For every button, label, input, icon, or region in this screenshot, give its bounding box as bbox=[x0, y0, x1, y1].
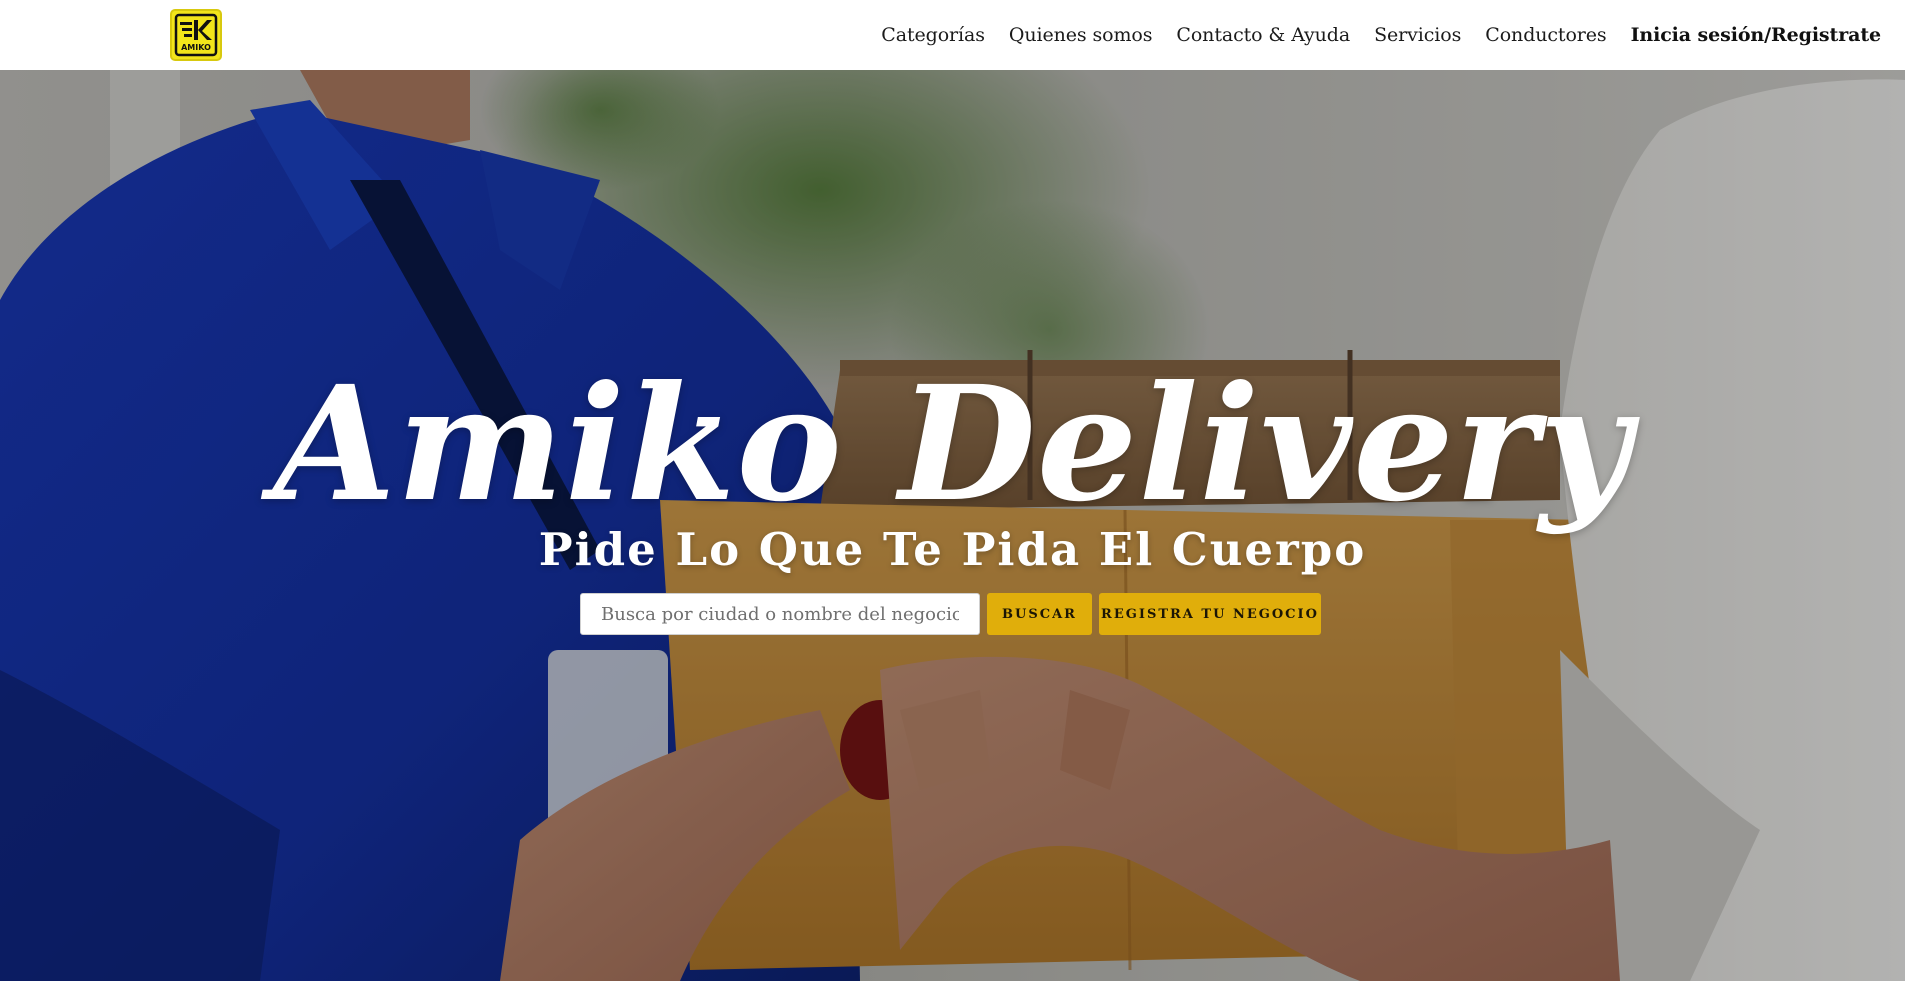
login-register-link[interactable]: Inicia sesión/Registrate bbox=[1631, 24, 1882, 46]
logo-text: AMIKO bbox=[181, 43, 211, 52]
search-input[interactable] bbox=[580, 593, 980, 635]
main-nav: Categorías Quienes somos Contacto & Ayud… bbox=[881, 0, 1881, 70]
nav-item-conductores[interactable]: Conductores bbox=[1485, 24, 1606, 46]
search-button[interactable]: BUSCAR bbox=[987, 593, 1092, 635]
logo-icon[interactable]: AMIKO bbox=[170, 9, 222, 61]
search-bar: BUSCAR REGISTRA TU NEGOCIO bbox=[580, 593, 1321, 635]
register-business-button[interactable]: REGISTRA TU NEGOCIO bbox=[1099, 593, 1321, 635]
hero-section: Amiko Delivery Pide Lo Que Te Pida El Cu… bbox=[0, 70, 1905, 981]
nav-item-quienes-somos[interactable]: Quienes somos bbox=[1009, 24, 1153, 46]
hero-title: Amiko Delivery bbox=[273, 352, 1632, 537]
site-header: AMIKO Categorías Quienes somos Contacto … bbox=[0, 0, 1905, 70]
logo-mark: AMIKO bbox=[174, 13, 218, 57]
nav-item-servicios[interactable]: Servicios bbox=[1374, 24, 1461, 46]
hero-subtitle: Pide Lo Que Te Pida El Cuerpo bbox=[538, 523, 1367, 576]
nav-item-contacto-ayuda[interactable]: Contacto & Ayuda bbox=[1176, 24, 1350, 46]
nav-item-categorias[interactable]: Categorías bbox=[881, 24, 985, 46]
